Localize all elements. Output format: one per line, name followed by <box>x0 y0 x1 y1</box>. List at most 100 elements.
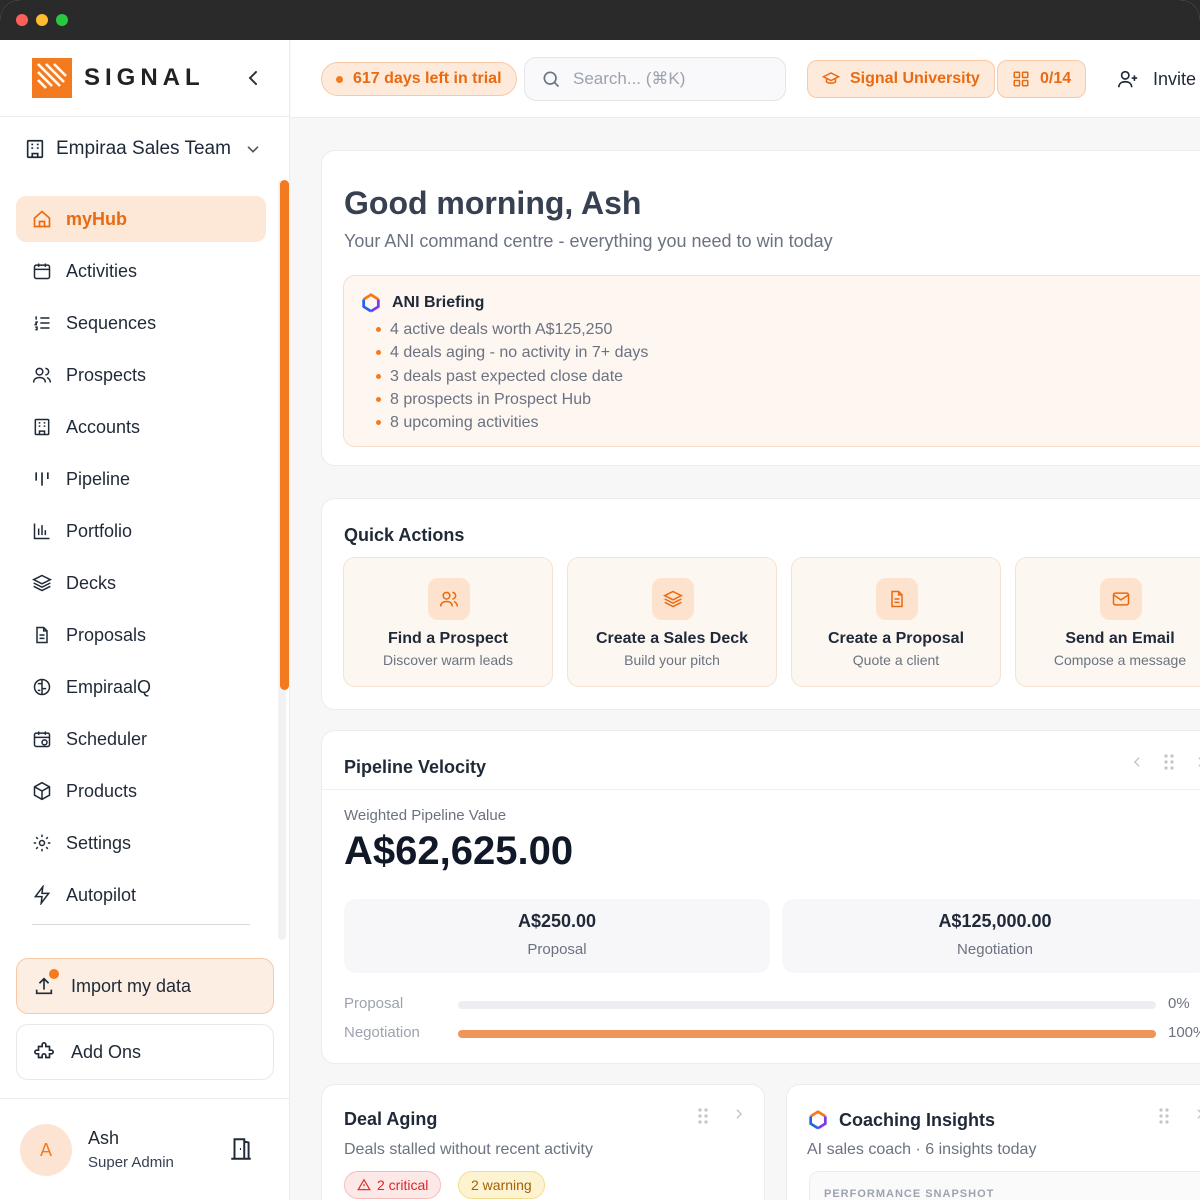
search-input[interactable]: Search... (⌘K) <box>524 57 786 101</box>
critical-badge[interactable]: 2 critical <box>344 1171 442 1199</box>
signal-university-button[interactable]: Signal University <box>807 60 995 98</box>
briefing-header: ANI Briefing <box>360 292 484 314</box>
sidebar-item-label: myHub <box>66 208 128 229</box>
invite-button[interactable]: Invite <box>1117 64 1196 94</box>
drag-handle-icon[interactable] <box>1157 1107 1171 1125</box>
package-icon <box>33 781 51 801</box>
create-proposal-action[interactable]: Create a Proposal Quote a client <box>791 557 1001 687</box>
minimize-window-button[interactable] <box>36 14 48 26</box>
deal-aging-card: Deal Aging Deals stalled without recent … <box>321 1084 765 1200</box>
zap-icon <box>33 885 51 905</box>
status-dot <box>336 75 343 83</box>
add-ons-label: Add Ons <box>71 1041 142 1062</box>
ani-logo-icon <box>362 293 380 313</box>
action-title: Create a Proposal <box>827 630 965 647</box>
trial-badge[interactable]: 617 days left in trial <box>321 62 517 96</box>
sidebar-item-settings[interactable]: Settings <box>16 820 266 866</box>
user-role: Super Admin <box>88 1154 174 1171</box>
snapshot-title: PERFORMANCE SNAPSHOT <box>824 1188 995 1200</box>
collapse-sidebar-icon[interactable] <box>244 68 264 88</box>
chevron-right-icon[interactable] <box>1193 1107 1200 1121</box>
trial-label: 617 days left in trial <box>353 70 502 87</box>
sidebar-item-accounts[interactable]: Accounts <box>16 404 266 450</box>
sidebar-item-prospects[interactable]: Prospects <box>16 352 266 398</box>
pipeline-icon <box>35 472 49 486</box>
greeting-card: Good morning, Ash Your ANI command centr… <box>321 150 1200 466</box>
sidebar-item-empiraaliq[interactable]: EmpiraalQ <box>16 664 266 710</box>
progress-percent: 100% <box>1168 1024 1200 1041</box>
list-item: 4 active deals worth A$125,250 <box>375 318 648 341</box>
avatar: A <box>20 1124 72 1176</box>
maximize-window-button[interactable] <box>56 14 68 26</box>
import-data-button[interactable]: Import my data <box>16 958 274 1014</box>
drag-handle-icon[interactable] <box>696 1107 710 1125</box>
mail-icon <box>1100 578 1142 620</box>
onboarding-progress-label: 0/14 <box>1040 70 1072 87</box>
coaching-insights-card: Coaching Insights AI sales coach · 6 ins… <box>786 1084 1200 1200</box>
sidebar-item-label: Scheduler <box>66 728 148 749</box>
send-email-action[interactable]: Send an Email Compose a message <box>1015 557 1200 687</box>
chevron-right-icon[interactable] <box>1194 755 1200 769</box>
list-item: 8 prospects in Prospect Hub <box>375 388 648 411</box>
stage-summary-proposal: A$250.00 Proposal <box>344 899 770 973</box>
sidebar-item-products[interactable]: Products <box>16 768 266 814</box>
sidebar-item-label: EmpiraalQ <box>66 676 152 697</box>
ani-briefing: ANI Briefing 4 active deals worth A$125,… <box>343 275 1200 447</box>
calendar-clock-icon <box>33 731 51 748</box>
progress-percent: 0% <box>1168 995 1190 1012</box>
warning-badge[interactable]: 2 warning <box>458 1171 545 1199</box>
bar-chart-icon <box>33 523 50 540</box>
weighted-value-label: Weighted Pipeline Value <box>344 807 507 824</box>
sidebar-item-pipeline[interactable]: Pipeline <box>16 456 266 502</box>
progress-label: Proposal <box>344 995 404 1012</box>
brand[interactable]: SIGNAL <box>32 58 205 98</box>
chevron-right-icon[interactable] <box>732 1107 746 1121</box>
sidebar-item-myhub[interactable]: myHub <box>16 196 266 242</box>
sidebar-item-scheduler[interactable]: Scheduler <box>16 716 266 762</box>
action-title: Send an Email <box>1065 630 1175 647</box>
sidebar-item-label: Products <box>66 780 138 801</box>
sidebar-item-autopilot[interactable]: Autopilot <box>16 872 266 918</box>
team-switcher[interactable]: Empiraa Sales Team <box>24 134 266 164</box>
search-icon <box>543 71 560 88</box>
list-item: 4 deals aging - no activity in 7+ days <box>375 341 648 364</box>
chevron-left-icon[interactable] <box>1130 755 1144 769</box>
chevron-down-icon <box>247 146 259 153</box>
sidebar-item-sequences[interactable]: Sequences <box>16 300 266 346</box>
briefing-title: ANI Briefing <box>392 294 485 311</box>
sidebar-scrollbar-thumb[interactable] <box>280 180 289 690</box>
puzzle-icon <box>34 1042 54 1059</box>
user-plus-icon <box>1118 70 1138 88</box>
search-placeholder: Search... (⌘K) <box>573 69 686 88</box>
drag-handle-icon[interactable] <box>1162 753 1176 771</box>
list-ordered-icon <box>33 316 50 331</box>
section-title: Pipeline Velocity <box>344 757 487 777</box>
logout-icon[interactable] <box>228 1136 254 1162</box>
close-window-button[interactable] <box>16 14 28 26</box>
find-prospect-action[interactable]: Find a Prospect Discover warm leads <box>343 557 553 687</box>
gear-icon <box>33 834 51 852</box>
brain-icon <box>33 678 51 696</box>
page-subtitle: Your ANI command centre - everything you… <box>344 231 833 251</box>
section-title: Deal Aging <box>344 1109 438 1129</box>
section-header: Coaching Insights <box>807 1109 995 1131</box>
critical-label: 2 critical <box>377 1177 429 1193</box>
progress-fill <box>458 1030 1156 1038</box>
sidebar-item-portfolio[interactable]: Portfolio <box>16 508 266 554</box>
sidebar-item-decks[interactable]: Decks <box>16 560 266 606</box>
sidebar-item-proposals[interactable]: Proposals <box>16 612 266 658</box>
signal-university-label: Signal University <box>850 70 980 87</box>
progress-label: Negotiation <box>344 1024 420 1041</box>
onboarding-progress-button[interactable]: 0/14 <box>997 60 1087 98</box>
stage-label: Negotiation <box>957 941 1033 958</box>
progress-row-proposal: Proposal 0% <box>344 995 1200 1015</box>
app-window: SIGNAL Empiraa Sales Team myHub Activiti… <box>0 0 1200 1200</box>
create-sales-deck-action[interactable]: Create a Sales Deck Build your pitch <box>567 557 777 687</box>
alert-triangle-icon <box>357 1178 371 1191</box>
sidebar-item-activities[interactable]: Activities <box>16 248 266 294</box>
user-profile[interactable]: A Ash Super Admin <box>20 1124 270 1176</box>
building-icon <box>26 139 44 159</box>
sidebar-item-label: Pipeline <box>66 468 131 489</box>
add-ons-button[interactable]: Add Ons <box>16 1024 274 1080</box>
window-titlebar <box>0 0 1200 40</box>
